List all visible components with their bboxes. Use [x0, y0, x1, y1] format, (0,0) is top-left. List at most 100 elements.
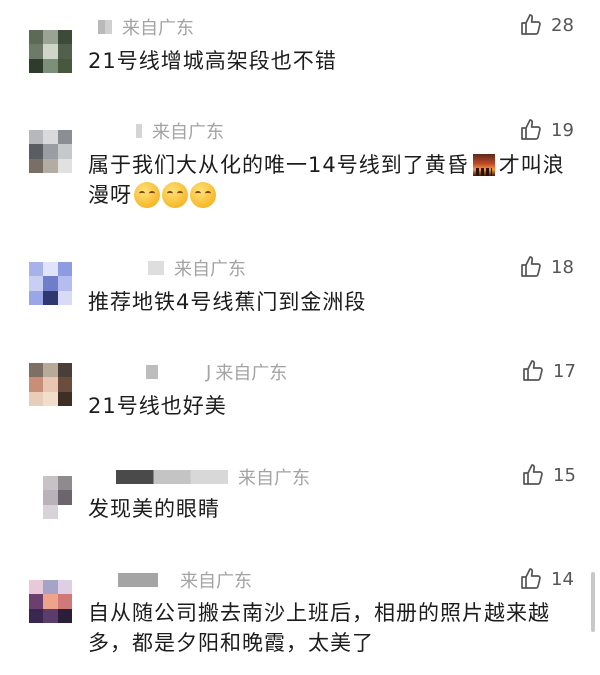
- comment-meta: 来自广东: [148, 256, 246, 280]
- avatar-pixel: [29, 608, 44, 623]
- avatar-pixel: [29, 594, 44, 609]
- thumbs-up-icon: [521, 256, 541, 277]
- avatar-pixel: [57, 262, 72, 277]
- thumbs-up-icon: [521, 119, 541, 140]
- comment-text: 发现美的眼睛: [88, 497, 220, 521]
- location-label: 来自广东: [180, 571, 252, 592]
- avatar-pixel: [29, 290, 44, 305]
- like-count: 18: [551, 256, 574, 278]
- avatar-pixel: [29, 130, 44, 145]
- avatar-pixel: [57, 144, 72, 159]
- comment-text: 21号线也好美: [88, 394, 227, 418]
- comment-meta: 来自广东: [116, 465, 310, 489]
- avatar-pixel: [57, 580, 72, 595]
- avatar[interactable]: [29, 476, 72, 519]
- avatar-pixel: [43, 290, 58, 305]
- blurred-username: [136, 124, 142, 138]
- like-button[interactable]: 18: [519, 254, 574, 280]
- avatar-pixel: [57, 158, 72, 173]
- avatar[interactable]: [29, 580, 72, 623]
- comment-meta: 来自广东: [118, 568, 252, 592]
- comment-text-part: 属于我们大从化的唯一14号线到了黄昏: [88, 153, 469, 177]
- avatar-pixel: [29, 363, 44, 378]
- avatar-pixel: [57, 58, 72, 73]
- avatar-pixel: [57, 608, 72, 623]
- avatar-pixel: [29, 262, 44, 277]
- avatar-pixel: [43, 276, 58, 291]
- avatar-pixel: [57, 391, 72, 406]
- comment-text: 推荐地铁4号线蕉门到金洲段: [88, 290, 367, 314]
- username-fragment: J: [206, 361, 212, 383]
- location-label: 来自广东: [152, 122, 224, 143]
- avatar-pixel: [29, 504, 44, 519]
- avatar-pixel: [43, 158, 58, 173]
- avatar-pixel: [43, 58, 58, 73]
- comment-meta: J 来自广东: [146, 360, 287, 384]
- smiling-face-emoji-icon: [190, 182, 216, 208]
- location-label: 来自广东: [238, 468, 310, 489]
- like-button[interactable]: 15: [521, 462, 576, 488]
- smiling-face-emoji-icon: [134, 182, 160, 208]
- avatar-pixel: [29, 377, 44, 392]
- avatar-pixel: [57, 290, 72, 305]
- blurred-username: [146, 365, 158, 379]
- like-button[interactable]: 19: [519, 117, 574, 143]
- avatar-pixel: [29, 580, 44, 595]
- avatar-pixel: [43, 262, 58, 277]
- avatar-pixel: [57, 30, 72, 45]
- location-label: 来自广东: [215, 363, 288, 384]
- like-count: 17: [553, 360, 576, 382]
- avatar-pixel: [29, 490, 44, 505]
- thumbs-up-icon: [523, 464, 543, 485]
- avatar-pixel: [57, 276, 72, 291]
- like-count: 15: [553, 464, 576, 486]
- location-label: 来自广东: [122, 18, 194, 39]
- like-button[interactable]: 17: [521, 358, 576, 384]
- avatar-pixel: [43, 44, 58, 59]
- avatar-pixel: [29, 58, 44, 73]
- blurred-username: [98, 20, 112, 34]
- avatar-pixel: [57, 363, 72, 378]
- avatar-pixel: [43, 476, 58, 491]
- avatar-pixel: [43, 490, 58, 505]
- thumbs-up-icon: [521, 568, 541, 589]
- avatar-pixel: [43, 377, 58, 392]
- avatar[interactable]: [29, 262, 72, 305]
- avatar-pixel: [29, 44, 44, 59]
- avatar[interactable]: [29, 130, 72, 173]
- comment-text: 属于我们大从化的唯一14号线到了黄昏 才叫浪漫呀: [88, 150, 583, 210]
- avatar-pixel: [29, 276, 44, 291]
- thumbs-up-icon: [523, 360, 543, 381]
- blurred-username: [148, 261, 164, 275]
- avatar-pixel: [57, 44, 72, 59]
- avatar[interactable]: [29, 363, 72, 406]
- smiling-face-emoji-icon: [162, 182, 188, 208]
- avatar-pixel: [29, 476, 44, 491]
- comment-meta: 来自广东: [98, 15, 194, 39]
- avatar-pixel: [57, 476, 72, 491]
- avatar-pixel: [43, 144, 58, 159]
- comment-text: 自从随公司搬去南沙上班后，相册的照片越来越多，都是夕阳和晚霞，太美了: [88, 601, 550, 655]
- comment-meta: 来自广东: [136, 119, 224, 143]
- avatar[interactable]: [29, 30, 72, 73]
- avatar-pixel: [29, 144, 44, 159]
- avatar-pixel: [57, 377, 72, 392]
- avatar-pixel: [29, 158, 44, 173]
- scrollbar[interactable]: [591, 572, 595, 632]
- comment-text: 21号线增城高架段也不错: [88, 49, 337, 73]
- avatar-pixel: [57, 504, 72, 519]
- avatar-pixel: [43, 363, 58, 378]
- avatar-pixel: [43, 580, 58, 595]
- avatar-pixel: [57, 490, 72, 505]
- avatar-pixel: [43, 594, 58, 609]
- blurred-username: [118, 573, 158, 587]
- avatar-pixel: [29, 391, 44, 406]
- like-button[interactable]: 14: [519, 566, 574, 592]
- avatar-pixel: [29, 30, 44, 45]
- location-label: 来自广东: [174, 259, 246, 280]
- sunset-emoji-icon: [472, 154, 495, 176]
- avatar-pixel: [57, 130, 72, 145]
- avatar-pixel: [43, 130, 58, 145]
- like-count: 19: [551, 119, 574, 141]
- like-button[interactable]: 28: [519, 12, 574, 38]
